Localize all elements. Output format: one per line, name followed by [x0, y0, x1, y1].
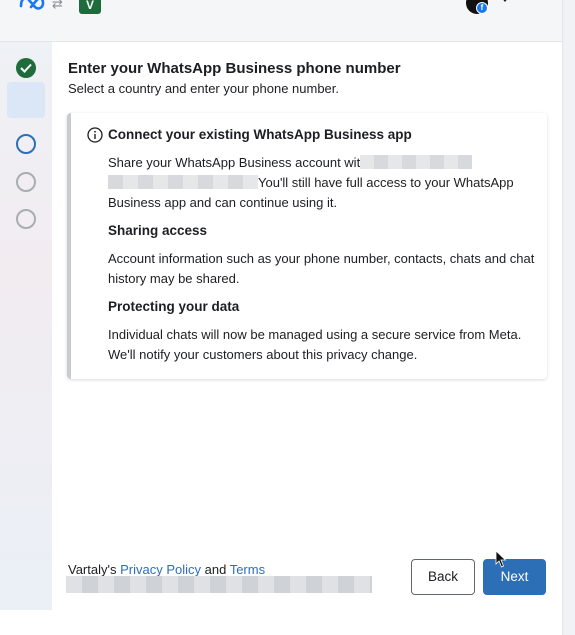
footer-prefix: Vartaly's: [68, 562, 121, 577]
back-button[interactable]: Back: [411, 559, 475, 595]
step-rail: [0, 42, 52, 610]
facebook-badge-icon: f: [476, 2, 488, 14]
info-card: Connect your existing WhatsApp Business …: [67, 113, 547, 379]
card-heading: Connect your existing WhatsApp Business …: [108, 127, 412, 142]
meta-logo-icon[interactable]: [18, 0, 46, 10]
step-3-current-icon: [16, 134, 36, 154]
card-intro: Share your WhatsApp Business account wit…: [108, 153, 538, 213]
sharing-access-text: Account information such as your phone n…: [108, 251, 535, 286]
info-icon: [87, 127, 103, 143]
card-intro-part1: Share your WhatsApp Business account wit: [108, 155, 361, 170]
privacy-policy-link[interactable]: Privacy Policy: [120, 562, 201, 577]
next-button[interactable]: Next: [483, 559, 546, 595]
footer-legal: Vartaly's Privacy Policy and Terms: [68, 562, 265, 577]
protecting-data-heading: Protecting your data: [108, 299, 240, 314]
page-subtitle: Select a country and enter your phone nu…: [68, 81, 340, 96]
step-1-complete-icon: [16, 58, 36, 78]
sharing-access-heading: Sharing access: [108, 223, 208, 238]
footer-and: and: [201, 562, 230, 577]
app-badge[interactable]: V: [79, 0, 101, 14]
page-title: Enter your WhatsApp Business phone numbe…: [68, 60, 401, 77]
page-scrollbar[interactable]: [562, 0, 575, 635]
redacted-text: [360, 155, 473, 169]
step-5-pending-icon: [16, 209, 36, 229]
terms-link[interactable]: Terms: [230, 562, 265, 577]
mouse-cursor-icon: [495, 550, 507, 568]
redacted-text: [108, 175, 258, 189]
redacted-text: [66, 576, 372, 593]
current-step-highlight: [7, 82, 45, 118]
top-bar: ⇄ V f: [0, 0, 575, 42]
step-4-pending-icon: [16, 172, 36, 192]
switch-arrow-icon[interactable]: ⇄: [52, 0, 70, 10]
chevron-down-icon[interactable]: [500, 0, 510, 4]
protecting-data-text: Individual chats will now be managed usi…: [108, 327, 522, 362]
